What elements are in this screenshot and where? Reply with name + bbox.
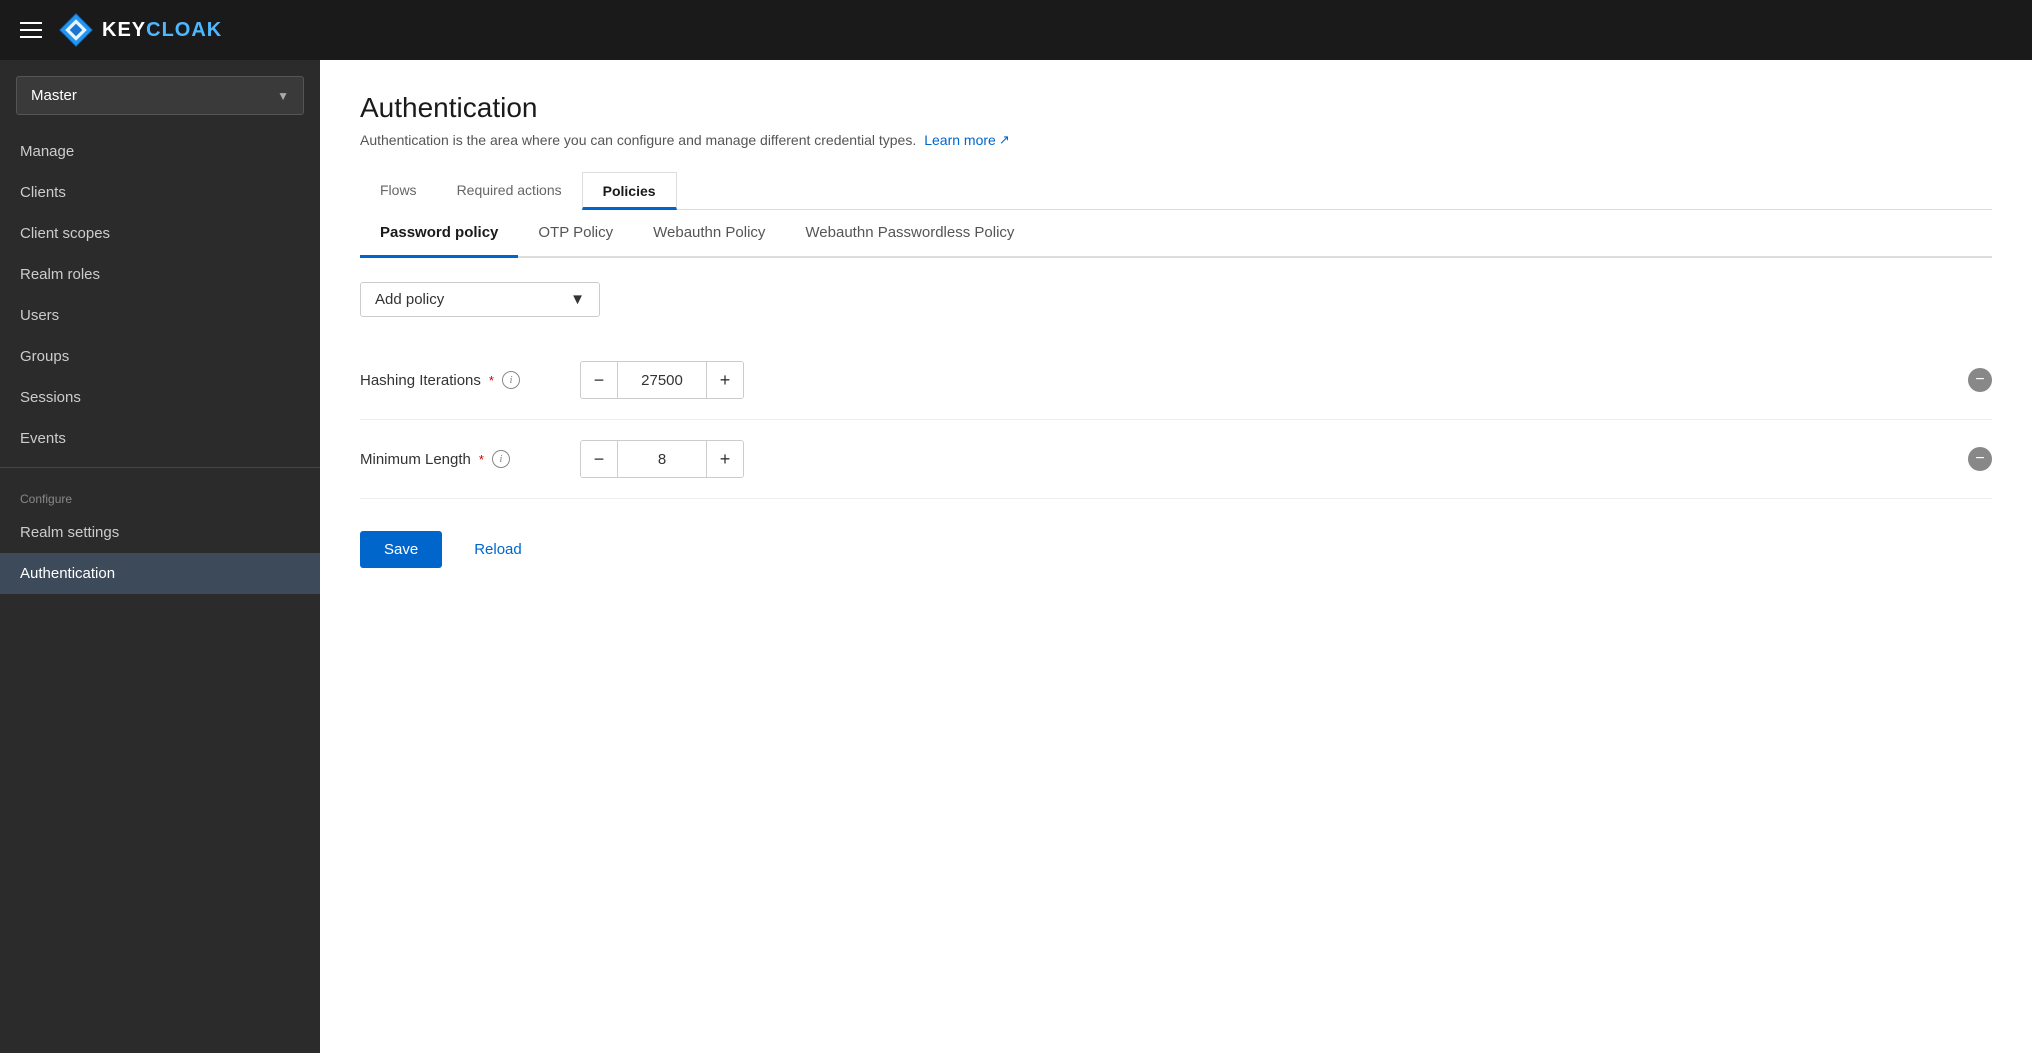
realm-chevron-icon: ▼: [277, 89, 289, 103]
minimum-length-input-group: − +: [580, 440, 744, 478]
keycloak-logo-icon: [58, 12, 94, 48]
save-button[interactable]: Save: [360, 531, 442, 568]
menu-button[interactable]: [20, 22, 42, 38]
logo: KEYCLOAK: [58, 12, 222, 48]
sidebar-item-realm-roles[interactable]: Realm roles: [0, 254, 320, 295]
sidebar: Master ▼ Manage Clients Client scopes Re…: [0, 60, 320, 1053]
minlength-required-star: *: [479, 452, 484, 467]
minlength-decrement-button[interactable]: −: [581, 441, 617, 477]
hashing-remove-button[interactable]: −: [1968, 368, 1992, 392]
minlength-remove-button[interactable]: −: [1968, 447, 1992, 471]
tab-required-actions[interactable]: Required actions: [437, 172, 582, 210]
add-policy-select[interactable]: Add policy ▼: [360, 282, 600, 317]
hashing-iterations-input-group: − +: [580, 361, 744, 399]
external-link-icon: ↗: [999, 132, 1010, 148]
hashing-decrement-button[interactable]: −: [581, 362, 617, 398]
minlength-increment-button[interactable]: +: [707, 441, 743, 477]
tab-otp-policy[interactable]: OTP Policy: [518, 210, 633, 258]
tab-webauthn-passwordless[interactable]: Webauthn Passwordless Policy: [785, 210, 1034, 258]
sidebar-item-users[interactable]: Users: [0, 295, 320, 336]
sidebar-configure-label: Configure: [0, 476, 320, 512]
logo-text: KEYCLOAK: [102, 19, 222, 42]
tab-password-policy[interactable]: Password policy: [360, 210, 518, 258]
hashing-info-icon[interactable]: i: [502, 371, 520, 389]
learn-more-link[interactable]: Learn more ↗: [924, 132, 1010, 148]
tab-webauthn-policy[interactable]: Webauthn Policy: [633, 210, 785, 258]
page-description: Authentication is the area where you can…: [360, 132, 1992, 148]
tabs-level1: Flows Required actions Policies: [360, 172, 1992, 210]
action-buttons: Save Reload: [360, 531, 1992, 568]
minimum-length-input[interactable]: [617, 441, 707, 477]
add-policy-chevron-icon: ▼: [570, 291, 585, 308]
realm-selector[interactable]: Master ▼: [16, 76, 304, 115]
hashing-iterations-input[interactable]: [617, 362, 707, 398]
add-policy-section: Add policy ▼: [360, 282, 1992, 317]
sidebar-item-manage[interactable]: Manage: [0, 131, 320, 172]
sidebar-item-realm-settings[interactable]: Realm settings: [0, 512, 320, 553]
top-nav: KEYCLOAK: [0, 0, 2032, 60]
hashing-iterations-label: Hashing Iterations * i: [360, 371, 580, 389]
sidebar-item-sessions[interactable]: Sessions: [0, 377, 320, 418]
realm-name: Master: [31, 87, 77, 104]
hashing-required-star: *: [489, 373, 494, 388]
hashing-increment-button[interactable]: +: [707, 362, 743, 398]
reload-button[interactable]: Reload: [458, 531, 538, 568]
tab-policies[interactable]: Policies: [582, 172, 677, 210]
minimum-length-label: Minimum Length * i: [360, 450, 580, 468]
sidebar-item-client-scopes[interactable]: Client scopes: [0, 213, 320, 254]
tab-flows[interactable]: Flows: [360, 172, 437, 210]
sidebar-item-events[interactable]: Events: [0, 418, 320, 459]
sidebar-item-clients[interactable]: Clients: [0, 172, 320, 213]
minlength-info-icon[interactable]: i: [492, 450, 510, 468]
sidebar-item-groups[interactable]: Groups: [0, 336, 320, 377]
policy-row-hashing-iterations: Hashing Iterations * i − + −: [360, 341, 1992, 420]
page-title: Authentication: [360, 92, 1992, 124]
tabs-level2: Password policy OTP Policy Webauthn Poli…: [360, 210, 1992, 258]
content-area: Authentication Authentication is the are…: [320, 60, 2032, 1053]
sidebar-item-authentication[interactable]: Authentication: [0, 553, 320, 594]
policy-row-minimum-length: Minimum Length * i − + −: [360, 420, 1992, 499]
